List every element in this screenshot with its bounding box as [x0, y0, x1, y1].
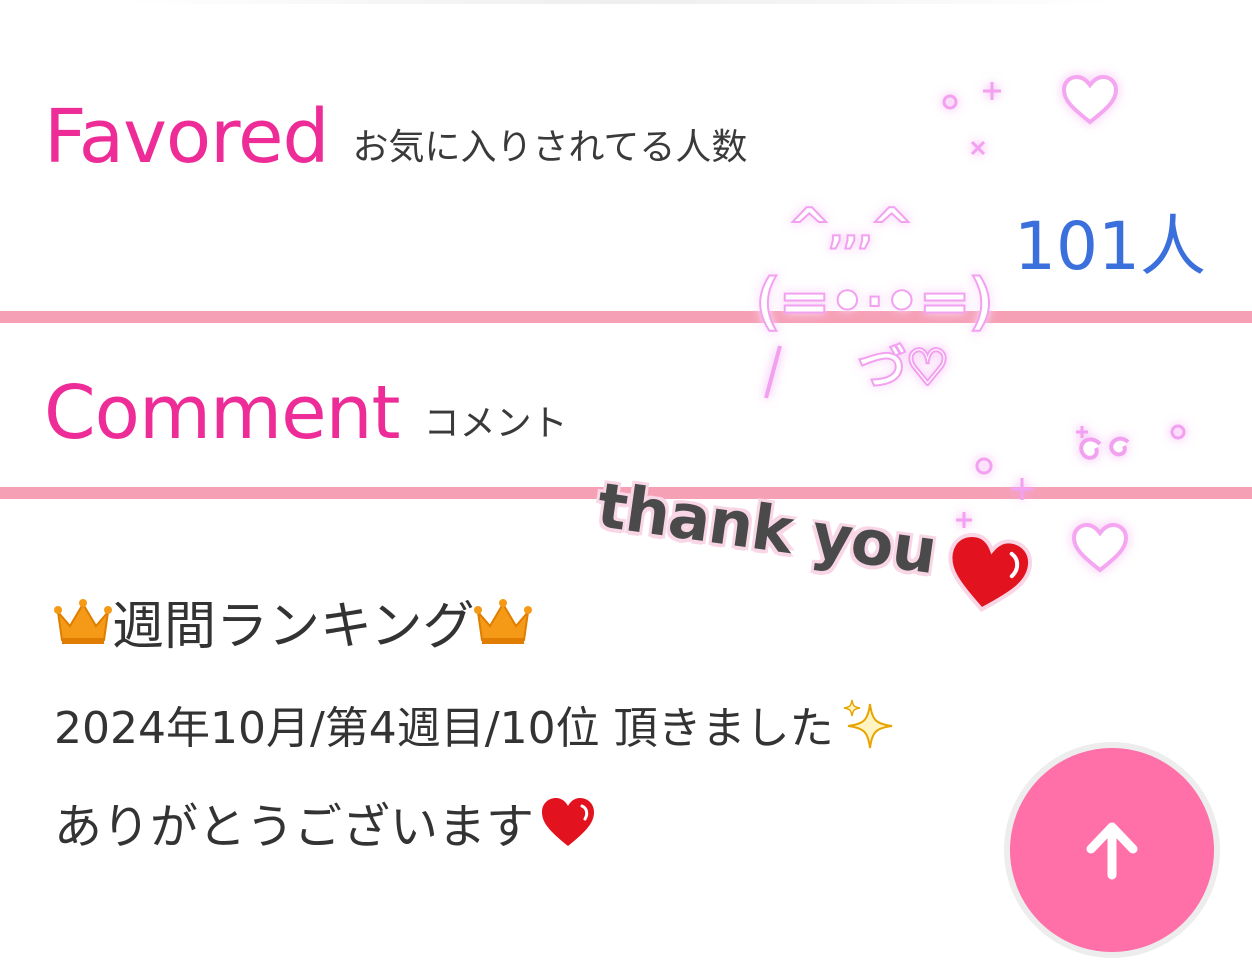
- favored-subtitle: お気に入りされてる人数: [352, 127, 748, 168]
- comment-subtitle: コメント: [423, 403, 568, 444]
- crown-icon: [474, 599, 533, 644]
- kaomoji-ears: ^,,,^: [790, 199, 911, 253]
- comment-text: 週間ランキング: [112, 596, 475, 657]
- kaomoji-paw: づ♡: [858, 340, 949, 396]
- glow-heart-icon: [1071, 522, 1129, 573]
- comment-body: 週間ランキング 2024年10月/第4週目/10位 頂きました ありがとうござい…: [54, 586, 1054, 855]
- comment-line-thanks: ありがとうございます: [54, 792, 1054, 855]
- sparkle-icon: [843, 699, 892, 749]
- page: Favored お気に入りされてる人数 101人 Comment コメント 週間…: [0, 0, 1252, 960]
- comment-header: Comment コメント: [44, 376, 568, 450]
- favored-header: Favored お気に入りされてる人数: [44, 100, 747, 174]
- glow-heart-icon: [1061, 74, 1119, 125]
- top-edge: [120, 0, 1120, 4]
- heart-icon: [542, 798, 595, 846]
- comment-text: 2024年10月/第4週目/10位 頂きました: [54, 703, 834, 754]
- kaomoji-face: (=•·•=): [756, 267, 993, 337]
- heart-icon: [948, 533, 1033, 612]
- favored-count: 101人: [1014, 208, 1206, 285]
- divider: [0, 311, 1252, 323]
- scroll-to-top-button[interactable]: [1010, 748, 1214, 952]
- comment-line-rank-detail: 2024年10月/第4週目/10位 頂きました: [54, 694, 1054, 754]
- favored-title: Favored: [44, 94, 329, 180]
- comment-text: ありがとうございます: [54, 799, 535, 855]
- comment-line-ranking: 週間ランキング: [54, 586, 1054, 657]
- crown-icon: [54, 599, 112, 644]
- arrow-up-icon: [1086, 822, 1138, 880]
- comment-title: Comment: [44, 370, 401, 456]
